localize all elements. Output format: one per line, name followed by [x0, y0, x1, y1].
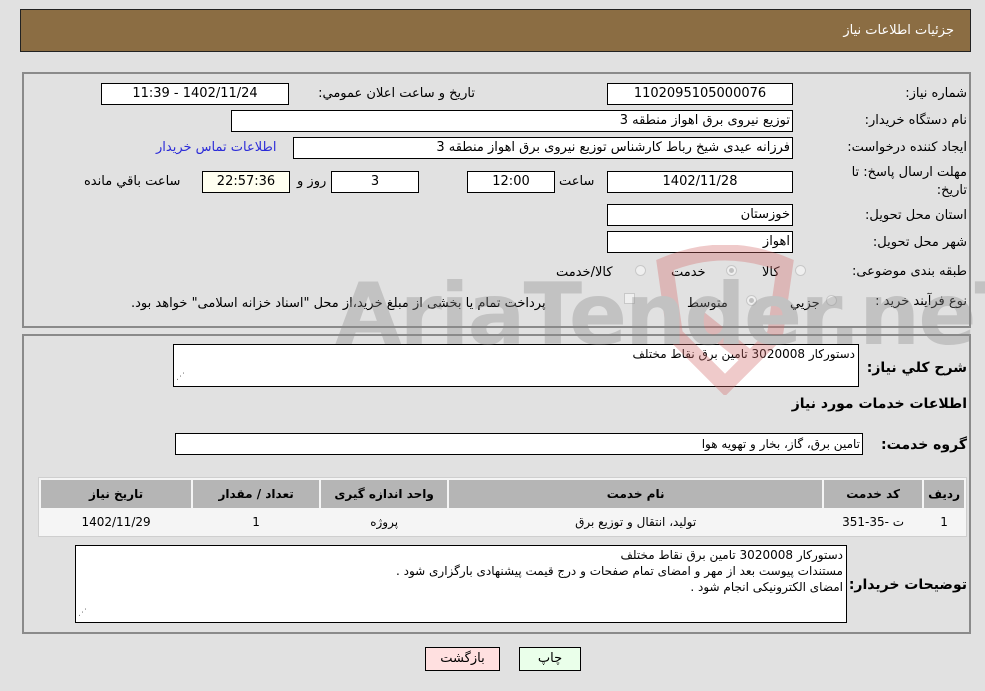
- summary-text: دستورکار 3020008 تامین برق نقاط مختلف: [632, 347, 855, 361]
- service-group-label: گروه خدمت:: [881, 437, 967, 453]
- time-remaining-label: ساعت باقي مانده: [84, 174, 181, 189]
- deadline-label-line1: مهلت ارسال پاسخ: تا: [851, 165, 967, 180]
- cell-unit: پروژه: [321, 510, 448, 534]
- col-unit: واحد اندازه گیری: [321, 480, 448, 508]
- city-label: شهر محل تحویل:: [872, 235, 967, 250]
- col-service-code: کد خدمت: [824, 480, 923, 508]
- category-radio-goods[interactable]: [795, 265, 806, 276]
- buyer-notes-line: دستورکار 3020008 تامین برق نقاط مختلف: [620, 548, 843, 562]
- category-label: طبقه بندی موضوعی:: [851, 264, 967, 279]
- col-need-date: تاریخ نیاز: [41, 480, 192, 508]
- process-radio-medium[interactable]: [746, 295, 757, 306]
- category-option-service: خدمت: [671, 265, 706, 280]
- process-radio-minor[interactable]: [826, 295, 837, 306]
- buyer-org-field: توزیع نیروی برق اهواز منطقه 3: [231, 110, 793, 132]
- deadline-time-label: ساعت: [559, 174, 595, 189]
- buyer-notes-line: امضای الکترونیکی انجام شود .: [690, 580, 843, 594]
- days-label: روز و: [297, 174, 327, 189]
- province-label: استان محل تحویل:: [865, 208, 967, 223]
- cell-service-name: تولید، انتقال و توزیع برق: [449, 510, 823, 534]
- deadline-label-line2: تاریخ:: [936, 183, 967, 198]
- services-table: رديف کد خدمت نام خدمت واحد اندازه گیری ت…: [38, 477, 967, 537]
- col-row-number: رديف: [924, 480, 964, 508]
- back-button[interactable]: بازگشت: [425, 647, 500, 671]
- col-quantity: تعداد / مقدار: [193, 480, 320, 508]
- need-number-label: شماره نیاز:: [905, 86, 967, 101]
- table-row: 1 ت -35-351 تولید، انتقال و توزیع برق پر…: [41, 510, 964, 534]
- treasury-checkbox[interactable]: [624, 293, 635, 304]
- process-option-medium: متوسط: [687, 296, 728, 311]
- time-remaining-field: 22:57:36: [202, 171, 290, 193]
- treasury-note: پرداخت تمام یا بخشی از مبلغ خرید،از محل …: [131, 296, 546, 311]
- city-field: اهواز: [607, 231, 793, 253]
- buyer-notes-line: مستندات پیوست بعد از مهر و امضای تمام صف…: [395, 564, 843, 578]
- requester-label: ایجاد کننده درخواست:: [847, 140, 967, 155]
- resize-grip-icon[interactable]: ⋰: [176, 369, 185, 385]
- summary-textarea[interactable]: دستورکار 3020008 تامین برق نقاط مختلف ⋰: [173, 344, 859, 387]
- resize-grip-icon[interactable]: ⋰: [78, 605, 87, 621]
- buyer-notes-label: توضیحات خریدار:: [848, 577, 967, 593]
- buyer-org-label: نام دستگاه خریدار:: [864, 113, 967, 128]
- deadline-date-field: 1402/11/28: [607, 171, 793, 193]
- summary-label: شرح کلي نياز:: [866, 360, 967, 376]
- cell-service-code: ت -35-351: [824, 510, 923, 534]
- need-number-field: 1102095105000076: [607, 83, 793, 105]
- requester-field: فرزانه عیدی شیخ رباط کارشناس توزیع نیروی…: [293, 137, 793, 159]
- province-field: خوزستان: [607, 204, 793, 226]
- announce-date-label: تاریخ و ساعت اعلان عمومي:: [318, 86, 475, 101]
- buyer-notes-textarea[interactable]: دستورکار 3020008 تامین برق نقاط مختلف مس…: [75, 545, 847, 623]
- service-group-field: تامین برق، گاز، بخار و تهویه هوا: [175, 433, 863, 455]
- page-title: جزئیات اطلاعات نیاز: [843, 23, 954, 38]
- cell-need-date: 1402/11/29: [41, 510, 192, 534]
- category-radio-goods-service[interactable]: [635, 265, 646, 276]
- col-service-name: نام خدمت: [449, 480, 823, 508]
- announce-date-field: 1402/11/24 - 11:39: [101, 83, 289, 105]
- category-option-goods-service: کالا/خدمت: [556, 265, 613, 280]
- days-remaining-field: 3: [331, 171, 419, 193]
- services-heading: اطلاعات خدمات مورد نياز: [791, 396, 967, 412]
- process-option-minor: جزيي: [790, 296, 820, 311]
- process-type-label: نوع فرآیند خرید :: [875, 294, 967, 309]
- category-option-goods: کالا: [762, 265, 780, 280]
- deadline-time-field: 12:00: [467, 171, 555, 193]
- category-radio-service[interactable]: [726, 265, 737, 276]
- print-button[interactable]: چاپ: [519, 647, 581, 671]
- cell-row-number: 1: [924, 510, 964, 534]
- page-header: جزئیات اطلاعات نیاز: [20, 9, 971, 52]
- buyer-contact-link[interactable]: اطلاعات تماس خریدار: [156, 140, 276, 155]
- cell-quantity: 1: [193, 510, 320, 534]
- table-header-row: رديف کد خدمت نام خدمت واحد اندازه گیری ت…: [41, 480, 964, 508]
